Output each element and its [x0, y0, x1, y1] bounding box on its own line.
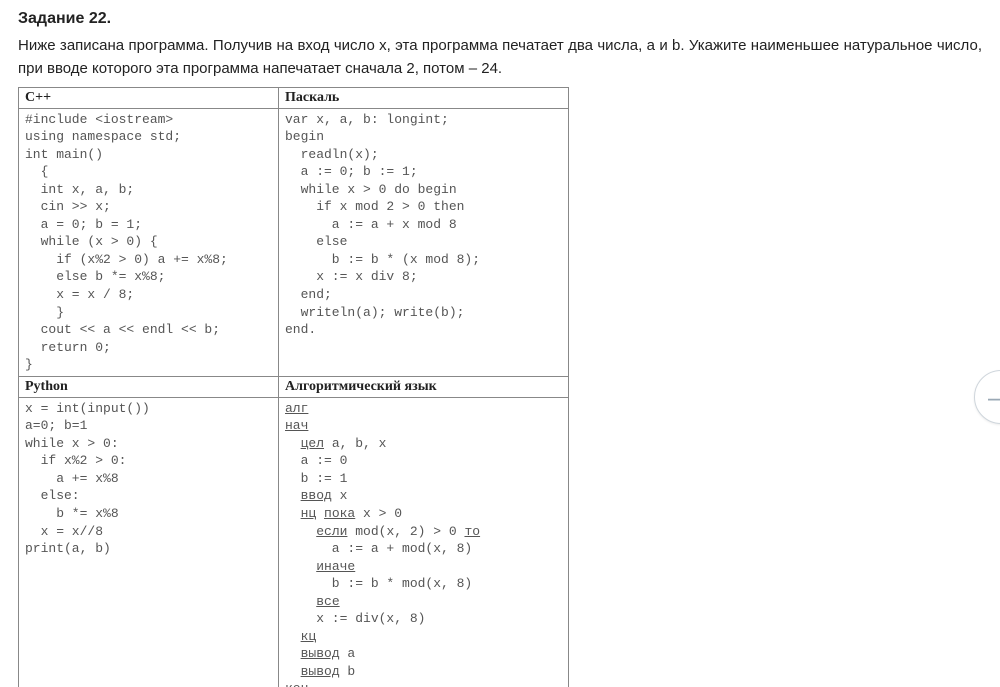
lang-header-python: Python — [19, 376, 279, 397]
document-page: Задание 22. Ниже записана программа. Пол… — [0, 0, 1000, 687]
lang-header-algo: Алгоритмический язык — [279, 376, 569, 397]
code-python: x = int(input()) a=0; b=1 while x > 0: i… — [19, 397, 279, 687]
task-heading: Задание 22. — [18, 10, 982, 28]
lang-header-cpp: С++ — [19, 87, 279, 108]
code-table: С++ Паскаль #include <iostream> using na… — [18, 87, 569, 687]
task-description: Ниже записана программа. Получив на вход… — [18, 34, 982, 81]
code-cpp: #include <iostream> using namespace std;… — [19, 108, 279, 376]
code-pascal: var x, a, b: longint; begin readln(x); a… — [279, 108, 569, 376]
lang-header-pascal: Паскаль — [279, 87, 569, 108]
side-bubble-glyph: — — [988, 382, 1000, 413]
code-algo: алг нач цел a, b, x a := 0 b := 1 ввод x… — [279, 397, 569, 687]
